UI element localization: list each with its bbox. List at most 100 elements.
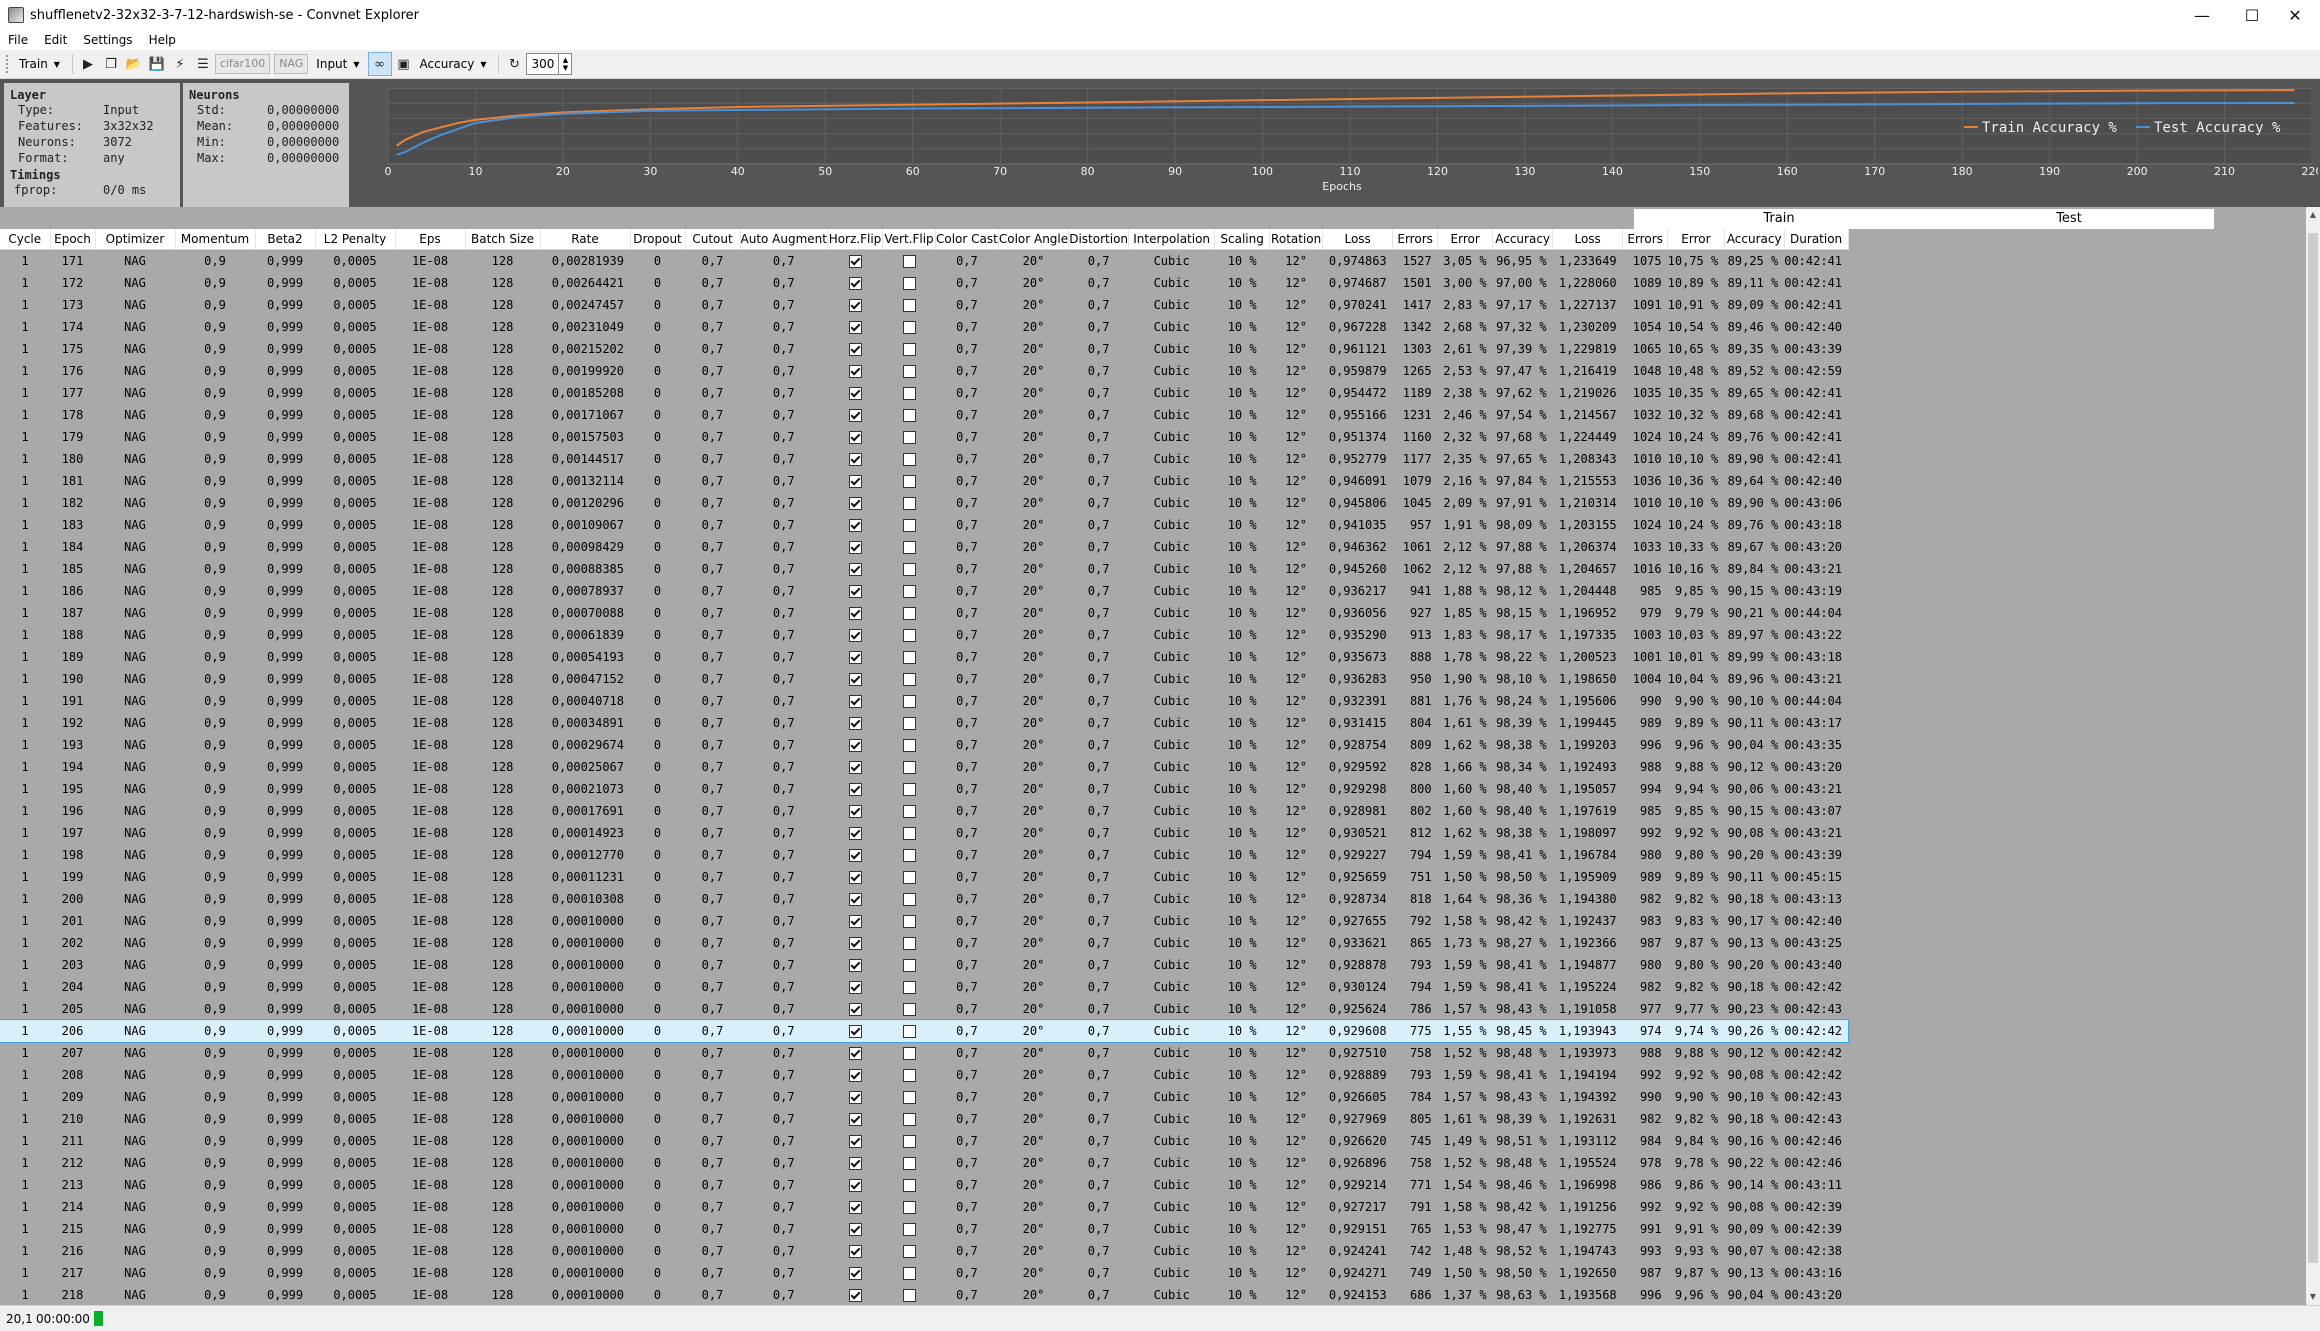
cell-vflip[interactable] [883,1152,936,1174]
checkbox-checked[interactable] [848,365,862,378]
checkbox-unchecked[interactable] [902,541,916,554]
table-row[interactable]: 1 202 NAG 0,9 0,999 0,0005 1E-08 128 0,00010000 0… [0,932,1848,954]
cell-vflip[interactable] [883,1174,936,1196]
cell-vflip[interactable] [883,756,936,778]
table-row[interactable]: 1 185 NAG 0,9 0,999 0,0005 1E-08 128 0,00088385 0… [0,558,1848,580]
table-row[interactable]: 1 183 NAG 0,9 0,999 0,0005 1E-08 128 0,00109067 0… [0,514,1848,536]
checkbox-checked[interactable] [848,717,862,730]
column-header-hflip[interactable]: Horz.Flip [827,229,883,250]
checkbox-checked[interactable] [848,893,862,906]
table-row[interactable]: 1 172 NAG 0,9 0,999 0,0005 1E-08 128 0,00264421 0… [0,272,1848,294]
table-row[interactable]: 1 217 NAG 0,9 0,999 0,0005 1E-08 128 0,00010000 0… [0,1262,1848,1284]
checkbox-checked[interactable] [848,453,862,466]
checkbox-checked[interactable] [848,497,862,510]
cell-hflip[interactable] [828,1130,883,1152]
table-row[interactable]: 1 191 NAG 0,9 0,999 0,0005 1E-08 128 0,00040718 0… [0,690,1848,712]
cell-hflip[interactable] [828,1218,883,1240]
cell-hflip[interactable] [828,646,883,668]
table-row[interactable]: 1 194 NAG 0,9 0,999 0,0005 1E-08 128 0,00025067 0… [0,756,1848,778]
checkbox-checked[interactable] [848,1201,862,1214]
checkbox-checked[interactable] [848,673,862,686]
column-header-test-loss[interactable]: Loss [1552,229,1624,250]
cell-vflip[interactable] [883,426,936,448]
checkbox-checked[interactable] [848,607,862,620]
checkbox-checked[interactable] [848,431,862,444]
cell-vflip[interactable] [883,888,936,910]
cell-vflip[interactable] [883,866,936,888]
checkbox-unchecked[interactable] [902,1201,916,1214]
checkbox-unchecked[interactable] [902,585,916,598]
table-row[interactable]: 1 188 NAG 0,9 0,999 0,0005 1E-08 128 0,00061839 0… [0,624,1848,646]
table-row[interactable]: 1 186 NAG 0,9 0,999 0,0005 1E-08 128 0,00078937 0… [0,580,1848,602]
table-row[interactable]: 1 216 NAG 0,9 0,999 0,0005 1E-08 128 0,00010000 0… [0,1240,1848,1262]
cell-hflip[interactable] [828,910,883,932]
column-header-test-accuracy[interactable]: Accuracy [1724,229,1785,250]
cell-hflip[interactable] [828,536,883,558]
cell-hflip[interactable] [828,514,883,536]
cell-vflip[interactable] [883,1218,936,1240]
cell-hflip[interactable] [828,1086,883,1108]
minimize-button[interactable]: — [2177,0,2227,30]
scroll-down-icon[interactable]: ▼ [2306,1289,2320,1305]
checkbox-unchecked[interactable] [902,739,916,752]
column-header-duration[interactable]: Duration [1784,229,1849,250]
checkbox-unchecked[interactable] [902,805,916,818]
table-row[interactable]: 1 218 NAG 0,9 0,999 0,0005 1E-08 128 0,00010000 0… [0,1284,1848,1305]
cell-vflip[interactable] [883,294,936,316]
cell-vflip[interactable] [883,514,936,536]
checkbox-unchecked[interactable] [902,1289,916,1302]
cell-vflip[interactable] [883,492,936,514]
cell-hflip[interactable] [828,976,883,998]
checkbox-unchecked[interactable] [902,1135,916,1148]
table-row[interactable]: 1 211 NAG 0,9 0,999 0,0005 1E-08 128 0,00010000 0… [0,1130,1848,1152]
table-row[interactable]: 1 210 NAG 0,9 0,999 0,0005 1E-08 128 0,00010000 0… [0,1108,1848,1130]
refresh-rate-spinner[interactable]: 300 ▲ ▼ [526,53,573,75]
column-header-vflip[interactable]: Vert.Flip [882,229,936,250]
cell-hflip[interactable] [828,712,883,734]
cell-vflip[interactable] [883,712,936,734]
menu-edit[interactable]: Edit [36,33,75,47]
cell-hflip[interactable] [828,1152,883,1174]
scroll-up-icon[interactable]: ▲ [2306,207,2320,223]
vertical-scrollbar[interactable]: ▲ ▼ [2306,207,2320,1305]
checkbox-checked[interactable] [848,1091,862,1104]
table-row[interactable]: 1 212 NAG 0,9 0,999 0,0005 1E-08 128 0,00010000 0… [0,1152,1848,1174]
checkbox-checked[interactable] [848,1047,862,1060]
cell-hflip[interactable] [828,338,883,360]
menu-file[interactable]: File [0,33,36,47]
checkbox-unchecked[interactable] [902,343,916,356]
cell-hflip[interactable] [828,1064,883,1086]
cell-hflip[interactable] [828,624,883,646]
cell-hflip[interactable] [828,734,883,756]
checkbox-checked[interactable] [848,585,862,598]
checkbox-checked[interactable] [848,783,862,796]
table-row[interactable]: 1 179 NAG 0,9 0,999 0,0005 1E-08 128 0,00157503 0… [0,426,1848,448]
checkbox-checked[interactable] [848,1003,862,1016]
cell-hflip[interactable] [828,272,883,294]
checkbox-checked[interactable] [848,255,862,268]
cell-vflip[interactable] [883,822,936,844]
table-row[interactable]: 1 196 NAG 0,9 0,999 0,0005 1E-08 128 0,00017691 0… [0,800,1848,822]
checkbox-unchecked[interactable] [902,365,916,378]
checkbox-checked[interactable] [848,629,862,642]
checkbox-unchecked[interactable] [902,321,916,334]
column-header-rotation[interactable]: Rotation [1269,229,1324,250]
cell-vflip[interactable] [883,1108,936,1130]
cell-vflip[interactable] [883,734,936,756]
cell-hflip[interactable] [828,1284,883,1305]
cell-vflip[interactable] [883,1130,936,1152]
checkbox-unchecked[interactable] [902,1091,916,1104]
cell-hflip[interactable] [828,316,883,338]
checkbox-unchecked[interactable] [902,277,916,290]
cell-hflip[interactable] [828,426,883,448]
table-row[interactable]: 1 213 NAG 0,9 0,999 0,0005 1E-08 128 0,00010000 0… [0,1174,1848,1196]
cell-vflip[interactable] [883,954,936,976]
cell-hflip[interactable] [828,1262,883,1284]
checkbox-checked[interactable] [848,805,862,818]
checkbox-checked[interactable] [848,695,862,708]
column-header-test-error[interactable]: Error [1667,229,1725,250]
checkbox-unchecked[interactable] [902,431,916,444]
cell-hflip[interactable] [828,448,883,470]
cell-hflip[interactable] [828,602,883,624]
column-header-train-accuracy[interactable]: Accuracy [1492,229,1554,250]
